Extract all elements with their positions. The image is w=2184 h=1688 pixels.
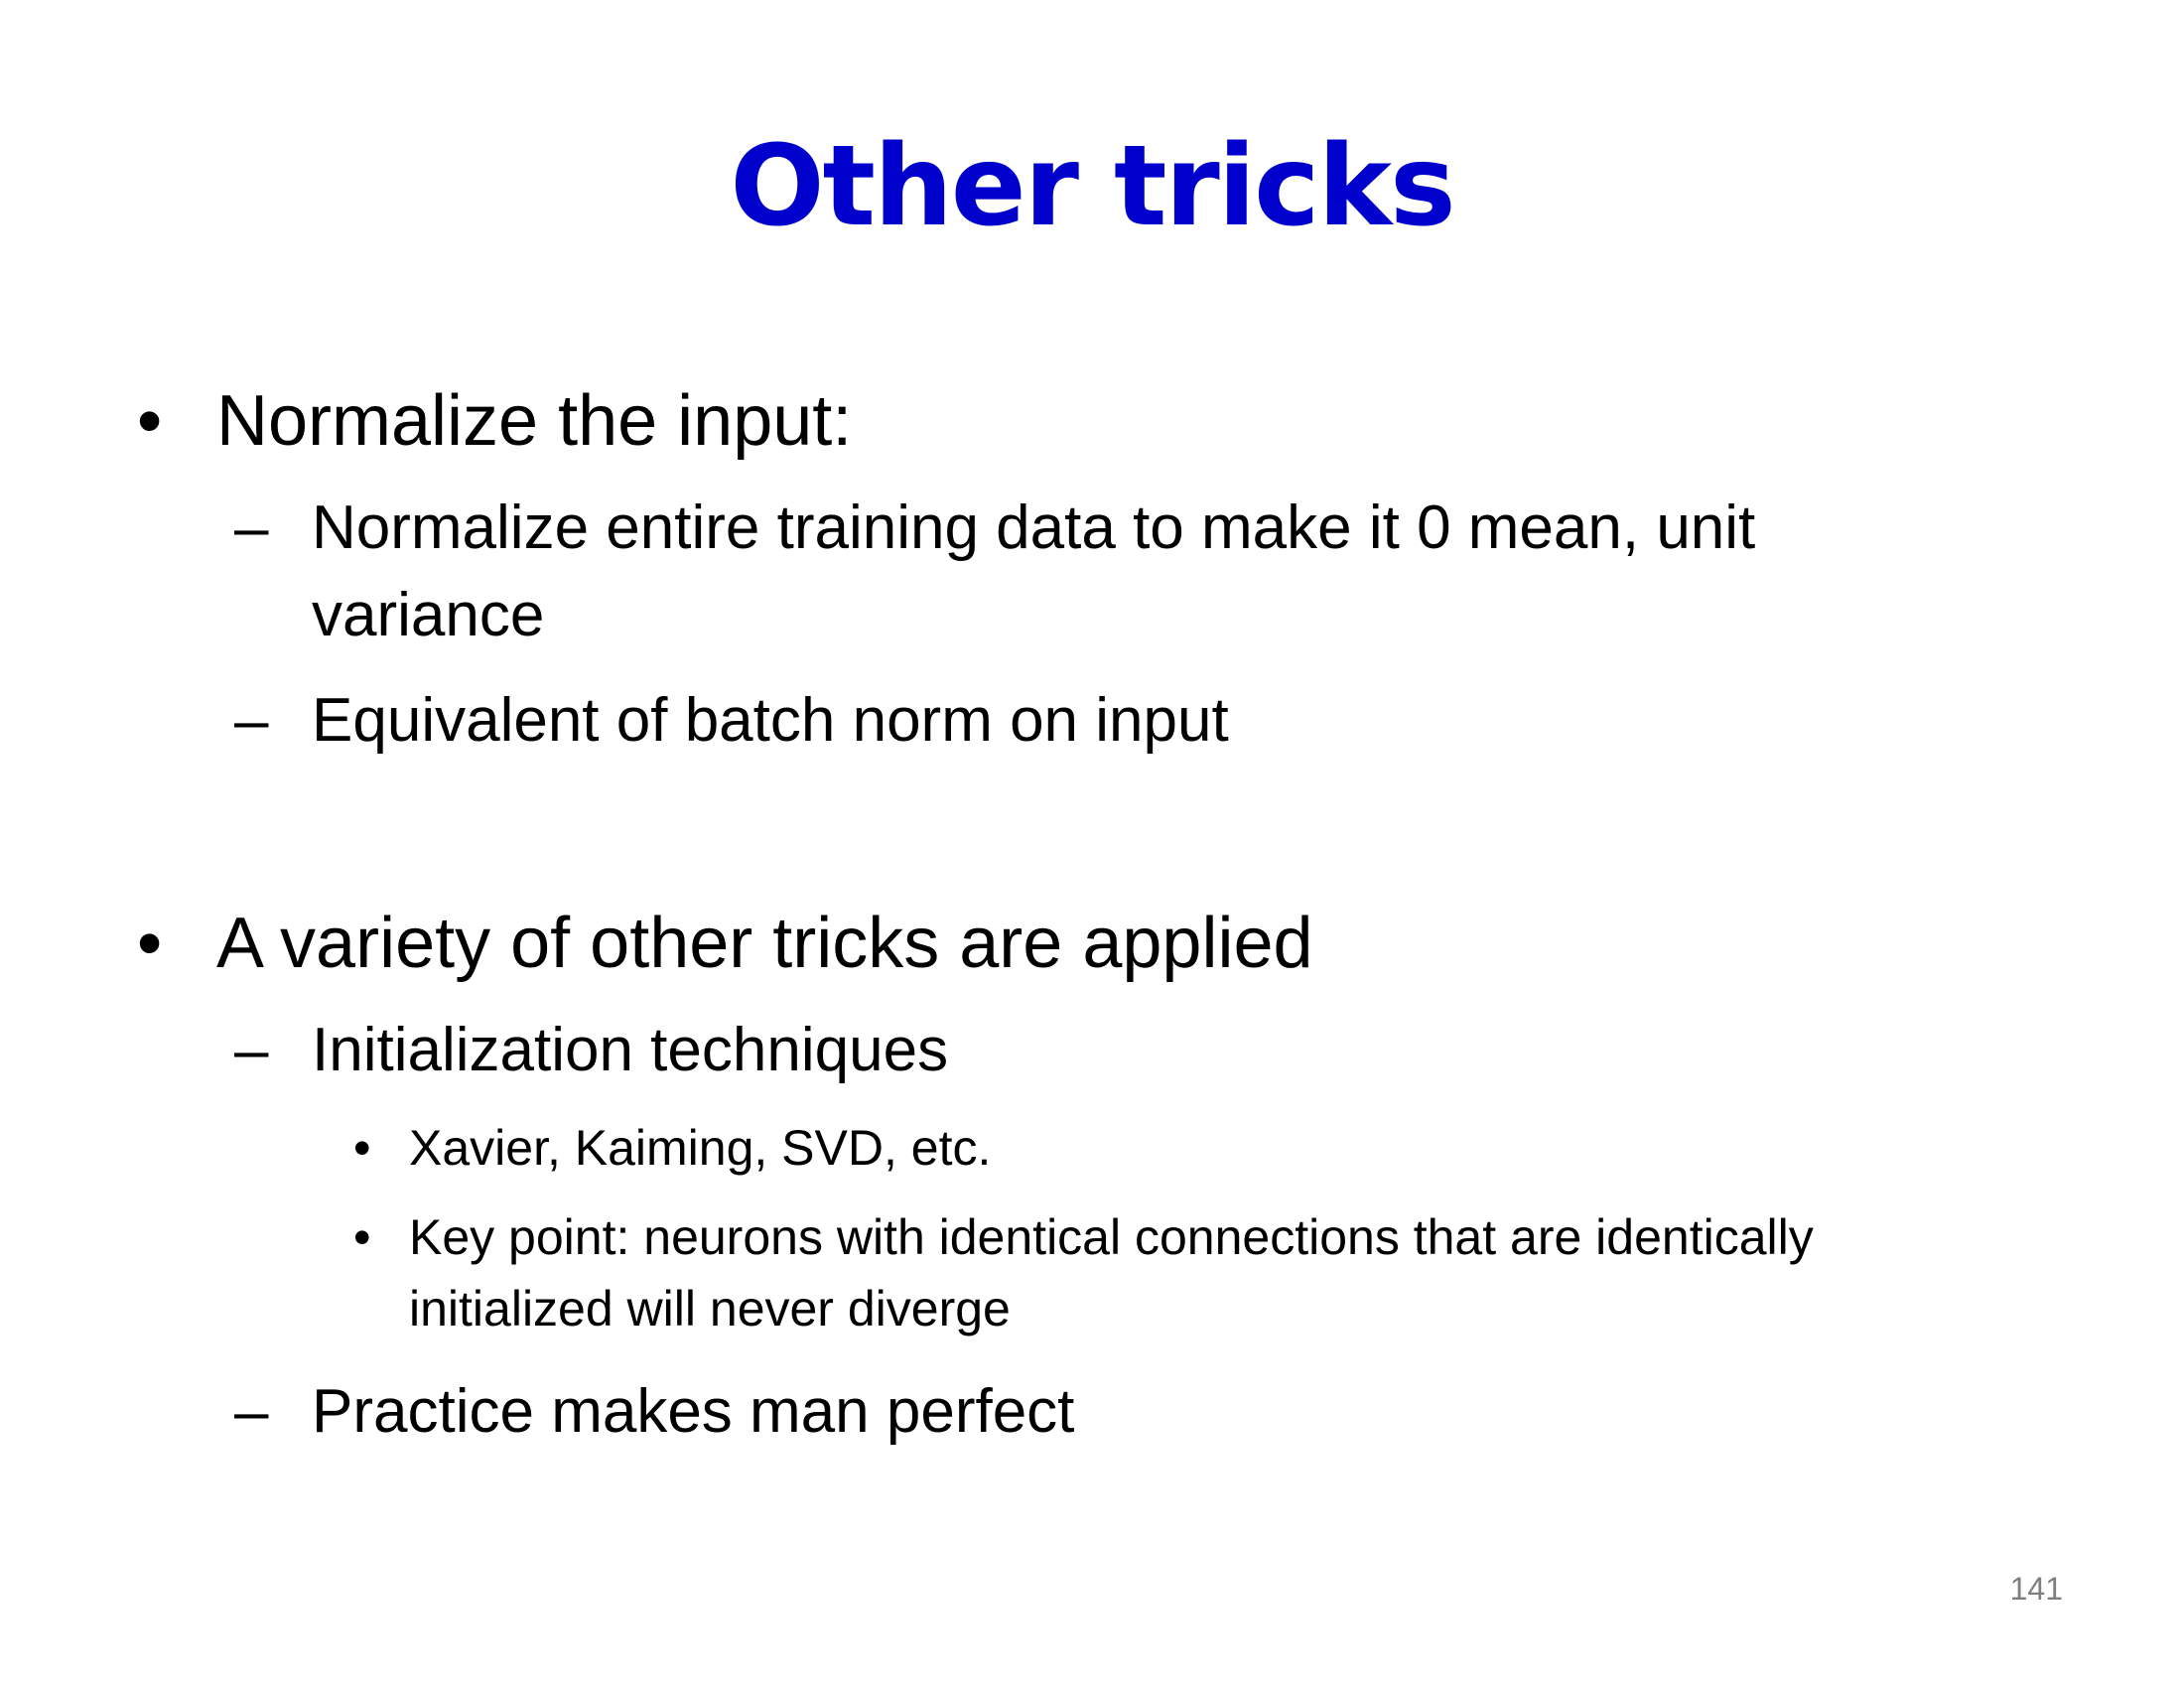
dash-marker: – [234,686,269,755]
slide-title: Other tricks [730,122,1455,251]
sub-sub-bullet-init-methods: • Xavier, Kaiming, SVD, etc. [353,1112,992,1184]
bullet-variety-of-tricks: • A variety of other tricks are applied [137,904,1313,983]
bullet-marker: • [137,904,163,983]
bullet-marker: • [137,381,163,461]
sub-sub-bullet-text-line2: initialized will never diverge [409,1281,1011,1336]
sub-sub-bullet-text: Xavier, Kaiming, SVD, etc. [409,1120,992,1176]
dash-marker: – [234,493,269,562]
sub-bullet-practice-makes-perfect: – Practice makes man perfect [234,1370,1075,1454]
sub-bullet-batch-norm-equivalent: – Equivalent of batch norm on input [234,679,1229,763]
sub-sub-bullet-text-line1: Key point: neurons with identical connec… [409,1209,1814,1265]
sub-bullet-text-line1: Normalize entire training data to make i… [312,493,1756,562]
bullet-text: A variety of other tricks are applied [216,904,1313,983]
sub-bullet-initialization-techniques: – Initialization techniques [234,1009,949,1092]
sub-bullet-normalize-training-data: – Normalize entire training data to make… [234,487,1756,570]
bullet-text: Normalize the input: [216,381,853,461]
sub-sub-bullet-key-point-cont: initialized will never diverge [409,1273,1011,1344]
sub-bullet-text: Equivalent of batch norm on input [312,686,1229,755]
sub-sub-bullet-key-point: • Key point: neurons with identical conn… [353,1201,1814,1273]
bullet-marker: • [353,1120,371,1176]
page-number: 141 [2009,1571,2063,1607]
slide: Other tricks • Normalize the input: – No… [0,0,2184,1688]
sub-bullet-text: Practice makes man perfect [312,1377,1075,1446]
sub-bullet-text: Initialization techniques [312,1016,949,1084]
bullet-normalize-input: • Normalize the input: [137,381,853,461]
dash-marker: – [234,1377,269,1446]
sub-bullet-text-line2: variance [312,581,545,649]
bullet-marker: • [353,1209,371,1265]
dash-marker: – [234,1016,269,1084]
sub-bullet-normalize-training-data-cont: variance [312,574,544,657]
